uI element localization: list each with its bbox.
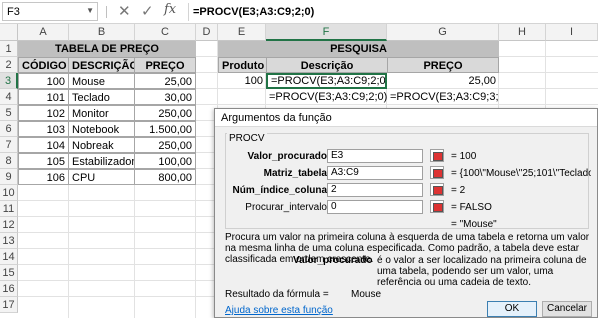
arg-input-valor-procurado[interactable]: E3 xyxy=(327,149,423,163)
table-cell[interactable]: 800,00 xyxy=(134,169,196,185)
search-preco-cell[interactable]: 25,00 xyxy=(387,73,499,89)
select-all-corner[interactable] xyxy=(0,24,18,41)
collapse-dialog-icon[interactable] xyxy=(430,166,444,179)
overall-result: = "Mouse" xyxy=(451,219,497,230)
row-header[interactable]: 9 xyxy=(0,169,18,185)
function-arguments-dialog: Argumentos da função PROCV Valor_procura… xyxy=(214,108,598,318)
row-header[interactable]: 3 xyxy=(0,73,18,89)
table-header-codigo[interactable]: CÓDIGO xyxy=(18,57,69,73)
active-cell-f3[interactable]: =PROCV(E3;A3:C9;2;0) xyxy=(266,73,387,89)
search-header-preco[interactable]: PREÇO xyxy=(387,57,499,73)
table-cell[interactable]: Notebook xyxy=(68,121,135,137)
row-header[interactable]: 11 xyxy=(0,201,18,217)
table-cell[interactable]: 100,00 xyxy=(134,153,196,169)
arg-input-procurar-intervalo[interactable]: 0 xyxy=(327,200,423,214)
column-header-h[interactable]: H xyxy=(499,24,546,41)
table-cell[interactable]: 103 xyxy=(18,121,69,137)
arg-label-valor-procurado: Valor_procurado xyxy=(247,151,327,162)
arg-input-num-indice-coluna[interactable]: 2 xyxy=(327,183,423,197)
function-group-box xyxy=(225,133,589,229)
arg-result: = 2 xyxy=(451,185,466,196)
row-header[interactable]: 1 xyxy=(0,41,18,57)
table-cell[interactable]: CPU xyxy=(68,169,135,185)
row-header[interactable]: 16 xyxy=(0,281,18,297)
formula-input[interactable]: =PROCV(E3;A3:C9;2;0) xyxy=(188,3,598,21)
column-header-f[interactable]: F xyxy=(266,24,387,41)
row-header[interactable]: 2 xyxy=(0,57,18,73)
help-link[interactable]: Ajuda sobre esta função xyxy=(225,305,333,316)
table-header-preco[interactable]: PREÇO xyxy=(134,57,196,73)
ok-button[interactable]: OK xyxy=(487,301,537,317)
search-produto-cell[interactable]: 100 xyxy=(218,73,266,89)
table-cell[interactable]: Monitor xyxy=(68,105,135,121)
column-header-e[interactable]: E xyxy=(218,24,266,41)
collapse-dialog-icon[interactable] xyxy=(430,200,444,213)
enter-icon[interactable]: ✓ xyxy=(141,3,154,21)
table-cell[interactable]: 30,00 xyxy=(134,89,196,105)
arg-result: = {100\"Mouse\"25;101\"Teclado\"30;102 xyxy=(451,168,591,179)
table-cell[interactable]: 25,00 xyxy=(134,73,196,89)
table-cell[interactable]: Mouse xyxy=(68,73,135,89)
row-header[interactable]: 14 xyxy=(0,249,18,265)
note-cell-f4[interactable]: =PROCV(E3;A3:C9;2;0) xyxy=(266,89,387,105)
search-header-descricao[interactable]: Descrição xyxy=(266,57,388,73)
table-cell[interactable]: Estabilizador xyxy=(68,153,135,169)
search-header-produto[interactable]: Produto xyxy=(218,57,267,73)
column-header-d[interactable]: D xyxy=(196,24,218,41)
table-cell[interactable]: 1.500,00 xyxy=(134,121,196,137)
cancel-icon[interactable]: ✕ xyxy=(118,3,131,21)
cancel-button[interactable]: Cancelar xyxy=(542,301,592,317)
name-box[interactable]: F3 ▼ xyxy=(2,2,98,21)
arg-result: = 100 xyxy=(451,151,477,162)
table-cell[interactable]: 250,00 xyxy=(134,105,196,121)
collapse-dialog-icon[interactable] xyxy=(430,183,444,196)
row-header[interactable]: 5 xyxy=(0,105,18,121)
table-header-descricao[interactable]: DESCRIÇÃO xyxy=(68,57,135,73)
row-header[interactable]: 8 xyxy=(0,153,18,169)
arg-input-matriz-tabela[interactable]: A3:C9 xyxy=(327,166,423,180)
row-header[interactable]: 13 xyxy=(0,233,18,249)
function-name-label: PROCV xyxy=(227,133,267,144)
column-header-i[interactable]: I xyxy=(546,24,598,41)
arg-label-matriz-tabela: Matriz_tabela xyxy=(263,168,327,179)
row-header[interactable]: 12 xyxy=(0,217,18,233)
insert-function-icon[interactable]: fx xyxy=(164,2,176,17)
dialog-title[interactable]: Argumentos da função xyxy=(215,109,597,127)
table-cell[interactable]: 100 xyxy=(18,73,69,89)
search-title[interactable]: PESQUISA xyxy=(218,41,499,57)
price-table-title[interactable]: TABELA DE PREÇO xyxy=(18,41,196,57)
arg-label-num-indice-coluna: Núm_índice_coluna xyxy=(232,185,327,196)
formula-result-label: Resultado da fórmula = xyxy=(225,289,329,300)
column-header-a[interactable]: A xyxy=(18,24,69,41)
name-box-value: F3 xyxy=(7,6,20,18)
row-header[interactable]: 15 xyxy=(0,265,18,281)
row-header[interactable]: 10 xyxy=(0,185,18,201)
row-header[interactable]: 7 xyxy=(0,137,18,153)
separator xyxy=(106,6,107,18)
note-cell-g4[interactable]: =PROCV(E3;A3:C9;3;0) xyxy=(387,89,499,105)
table-cell[interactable]: 105 xyxy=(18,153,69,169)
chevron-down-icon[interactable]: ▼ xyxy=(86,6,94,15)
arg-help-label: Valor_procurado xyxy=(293,255,373,266)
row-header[interactable]: 4 xyxy=(0,89,18,105)
formula-result-value: Mouse xyxy=(351,289,382,300)
table-cell[interactable]: Nobreak xyxy=(68,137,135,153)
row-header[interactable]: 6 xyxy=(0,121,18,137)
table-cell[interactable]: 104 xyxy=(18,137,69,153)
collapse-dialog-icon[interactable] xyxy=(430,149,444,162)
table-cell[interactable]: Teclado xyxy=(68,89,135,105)
column-header-c[interactable]: C xyxy=(135,24,196,41)
arg-result: = FALSO xyxy=(451,202,492,213)
arg-label-procurar-intervalo: Procurar_intervalo xyxy=(245,202,327,213)
table-cell[interactable]: 102 xyxy=(18,105,69,121)
column-header-b[interactable]: B xyxy=(69,24,135,41)
row-header[interactable]: 17 xyxy=(0,297,18,313)
arg-help-text: é o valor a ser localizado na primeira c… xyxy=(377,255,587,288)
table-cell[interactable]: 250,00 xyxy=(134,137,196,153)
table-cell[interactable]: 106 xyxy=(18,169,69,185)
column-header-g[interactable]: G xyxy=(387,24,499,41)
formula-bar: F3 ▼ ✕ ✓ fx =PROCV(E3;A3:C9;2;0) xyxy=(0,0,598,24)
table-cell[interactable]: 101 xyxy=(18,89,69,105)
